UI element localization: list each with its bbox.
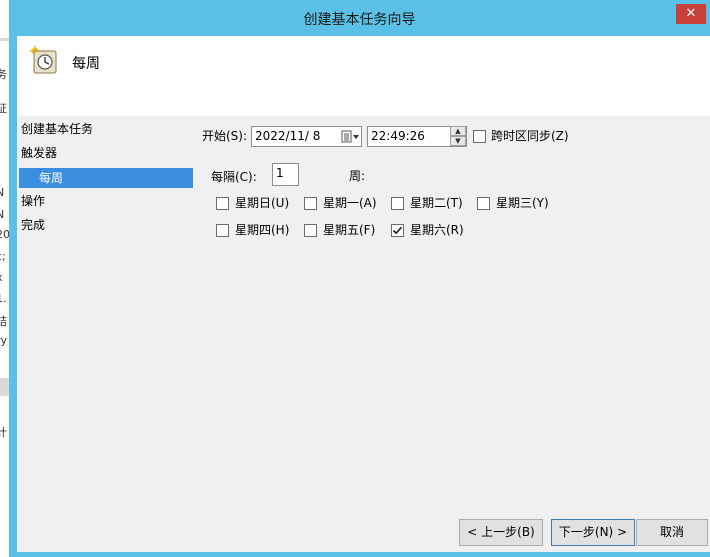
scheduled-task-icon <box>29 45 57 74</box>
wednesday-label[interactable]: 星期三(Y) <box>496 195 549 211</box>
step-weekly[interactable]: 每周 <box>19 168 193 188</box>
saturday-checkbox[interactable] <box>391 224 404 237</box>
thursday-checkbox[interactable] <box>216 224 229 237</box>
background-text: N <box>0 208 5 221</box>
close-button[interactable]: ✕ <box>676 4 706 24</box>
spin-down-icon[interactable]: ▼ <box>450 136 466 146</box>
background-text: 结 <box>0 315 7 328</box>
page-title: 每周 <box>72 56 100 72</box>
spin-up-icon[interactable]: ▲ <box>450 126 466 136</box>
sunday-checkbox[interactable] <box>216 197 229 210</box>
close-icon: ✕ <box>685 6 697 21</box>
monday-checkbox[interactable] <box>304 197 317 210</box>
cancel-button[interactable]: 取消 <box>636 519 708 546</box>
sunday-label[interactable]: 星期日(U) <box>235 195 289 211</box>
recur-unit-label: 周: <box>349 169 366 183</box>
background-text: 证 <box>0 102 7 115</box>
start-label: 开始(S): <box>202 129 248 143</box>
back-button[interactable]: < 上一步(B) <box>459 519 543 546</box>
sync-timezone-label[interactable]: 跨时区同步(Z) <box>491 128 569 144</box>
saturday-label[interactable]: 星期六(R) <box>410 222 464 238</box>
background-text: ry <box>0 334 8 347</box>
start-date-picker[interactable]: 2022/11/ 8 <box>251 126 362 147</box>
wizard-header: 每周 <box>17 36 710 116</box>
step-create-basic-task[interactable]: 创建基本任务 <box>21 119 93 139</box>
recur-every-label: 每隔(C): <box>211 170 257 184</box>
background-text: 计 <box>0 426 7 439</box>
sync-timezone-checkbox[interactable] <box>473 130 486 143</box>
wednesday-checkbox[interactable] <box>477 197 490 210</box>
monday-label[interactable]: 星期一(A) <box>323 195 377 211</box>
step-action[interactable]: 操作 <box>21 191 45 211</box>
step-finish[interactable]: 完成 <box>21 215 45 235</box>
title-bar[interactable]: 创建基本任务向导 ✕ <box>9 0 710 36</box>
next-button[interactable]: 下一步(N) > <box>551 519 635 546</box>
background-text: x <box>0 271 3 284</box>
background-text: N <box>0 186 5 199</box>
tuesday-checkbox[interactable] <box>391 197 404 210</box>
tuesday-label[interactable]: 星期二(T) <box>410 195 463 211</box>
window-title: 创建基本任务向导 <box>303 12 416 28</box>
start-time-value: 22:49:26 <box>371 129 425 143</box>
recur-weeks-value: 1 <box>276 166 284 180</box>
start-date-value: 2022/11/ 8 <box>255 129 321 143</box>
checkmark-icon <box>392 226 403 235</box>
calendar-dropdown-icon[interactable] <box>339 128 361 146</box>
friday-checkbox[interactable] <box>304 224 317 237</box>
background-text: 务 <box>0 68 7 81</box>
thursday-label[interactable]: 星期四(H) <box>235 222 289 238</box>
background-text: 1. <box>0 292 7 305</box>
step-trigger[interactable]: 触发器 <box>21 143 57 163</box>
task-wizard-window: 创建基本任务向导 ✕ 每周 创建基本任务 触发器 每周 操作 完成 开始(S):… <box>9 0 710 557</box>
wizard-content: 创建基本任务 触发器 每周 操作 完成 开始(S): 2022/11/ 8 22… <box>17 116 710 552</box>
time-spinner[interactable]: ▲ ▼ <box>450 126 466 146</box>
recur-weeks-input[interactable]: 1 <box>272 163 299 186</box>
background-text: c; <box>0 250 6 263</box>
friday-label[interactable]: 星期五(F) <box>323 222 375 238</box>
